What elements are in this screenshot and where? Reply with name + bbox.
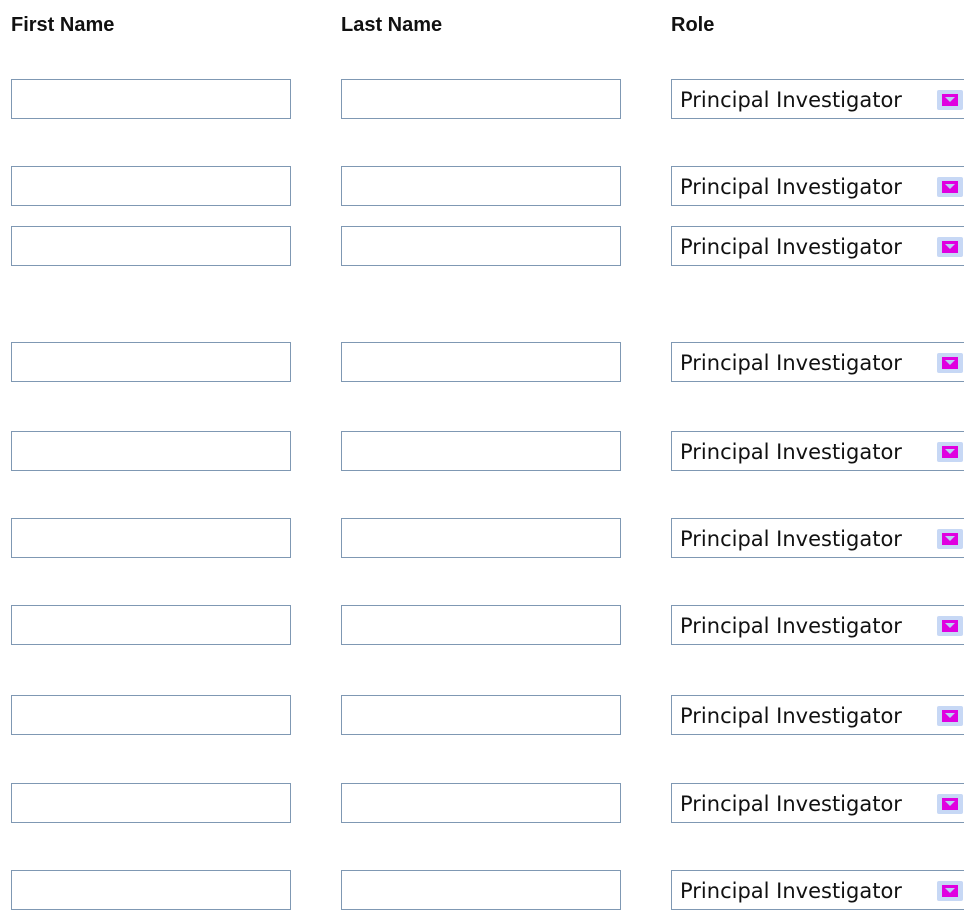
- role-select-value: Principal Investigator: [680, 351, 902, 375]
- last-name-field[interactable]: [341, 695, 621, 735]
- role-select[interactable]: Principal Investigator: [671, 783, 964, 823]
- first-name-field[interactable]: [11, 695, 291, 735]
- last-name-field[interactable]: [341, 518, 621, 558]
- first-name-field[interactable]: [11, 342, 291, 382]
- first-name-field[interactable]: [11, 783, 291, 823]
- last-name-field[interactable]: [341, 605, 621, 645]
- role-select[interactable]: Principal Investigator: [671, 226, 964, 266]
- role-select-value: Principal Investigator: [680, 704, 902, 728]
- first-name-field[interactable]: [11, 431, 291, 471]
- person-row: Principal Investigator: [0, 870, 964, 912]
- role-select[interactable]: Principal Investigator: [671, 605, 964, 645]
- chevron-down-icon[interactable]: [937, 237, 963, 257]
- person-row: Principal Investigator: [0, 783, 964, 825]
- person-row: Principal Investigator: [0, 166, 964, 208]
- person-row: Principal Investigator: [0, 431, 964, 473]
- chevron-down-icon[interactable]: [937, 616, 963, 636]
- role-select-value: Principal Investigator: [680, 792, 902, 816]
- chevron-down-icon[interactable]: [937, 90, 963, 110]
- first-name-field[interactable]: [11, 226, 291, 266]
- role-select[interactable]: Principal Investigator: [671, 695, 964, 735]
- chevron-down-icon[interactable]: [937, 529, 963, 549]
- role-select-value: Principal Investigator: [680, 175, 902, 199]
- last-name-field[interactable]: [341, 431, 621, 471]
- role-select[interactable]: Principal Investigator: [671, 870, 964, 910]
- chevron-down-icon[interactable]: [937, 794, 963, 814]
- role-select-value: Principal Investigator: [680, 527, 902, 551]
- person-row: Principal Investigator: [0, 605, 964, 647]
- role-select-value: Principal Investigator: [680, 879, 902, 903]
- chevron-down-icon[interactable]: [937, 442, 963, 462]
- person-row: Principal Investigator: [0, 518, 964, 560]
- role-select[interactable]: Principal Investigator: [671, 431, 964, 471]
- first-name-field[interactable]: [11, 870, 291, 910]
- last-name-field[interactable]: [341, 342, 621, 382]
- last-name-field[interactable]: [341, 226, 621, 266]
- role-select[interactable]: Principal Investigator: [671, 79, 964, 119]
- last-name-field[interactable]: [341, 166, 621, 206]
- role-select-value: Principal Investigator: [680, 440, 902, 464]
- role-select[interactable]: Principal Investigator: [671, 518, 964, 558]
- first-name-field[interactable]: [11, 605, 291, 645]
- role-select-value: Principal Investigator: [680, 235, 902, 259]
- role-select-value: Principal Investigator: [680, 614, 902, 638]
- first-name-field[interactable]: [11, 166, 291, 206]
- chevron-down-icon[interactable]: [937, 881, 963, 901]
- chevron-down-icon[interactable]: [937, 706, 963, 726]
- person-row: Principal Investigator: [0, 226, 964, 268]
- personnel-rows: Principal Investigator Principal Investig…: [0, 0, 964, 910]
- last-name-field[interactable]: [341, 870, 621, 910]
- role-select[interactable]: Principal Investigator: [671, 166, 964, 206]
- last-name-field[interactable]: [341, 79, 621, 119]
- person-row: Principal Investigator: [0, 695, 964, 737]
- first-name-field[interactable]: [11, 518, 291, 558]
- role-select-value: Principal Investigator: [680, 88, 902, 112]
- role-select[interactable]: Principal Investigator: [671, 342, 964, 382]
- first-name-field[interactable]: [11, 79, 291, 119]
- chevron-down-icon[interactable]: [937, 353, 963, 373]
- person-row: Principal Investigator: [0, 342, 964, 384]
- chevron-down-icon[interactable]: [937, 177, 963, 197]
- last-name-field[interactable]: [341, 783, 621, 823]
- person-row: Principal Investigator: [0, 79, 964, 121]
